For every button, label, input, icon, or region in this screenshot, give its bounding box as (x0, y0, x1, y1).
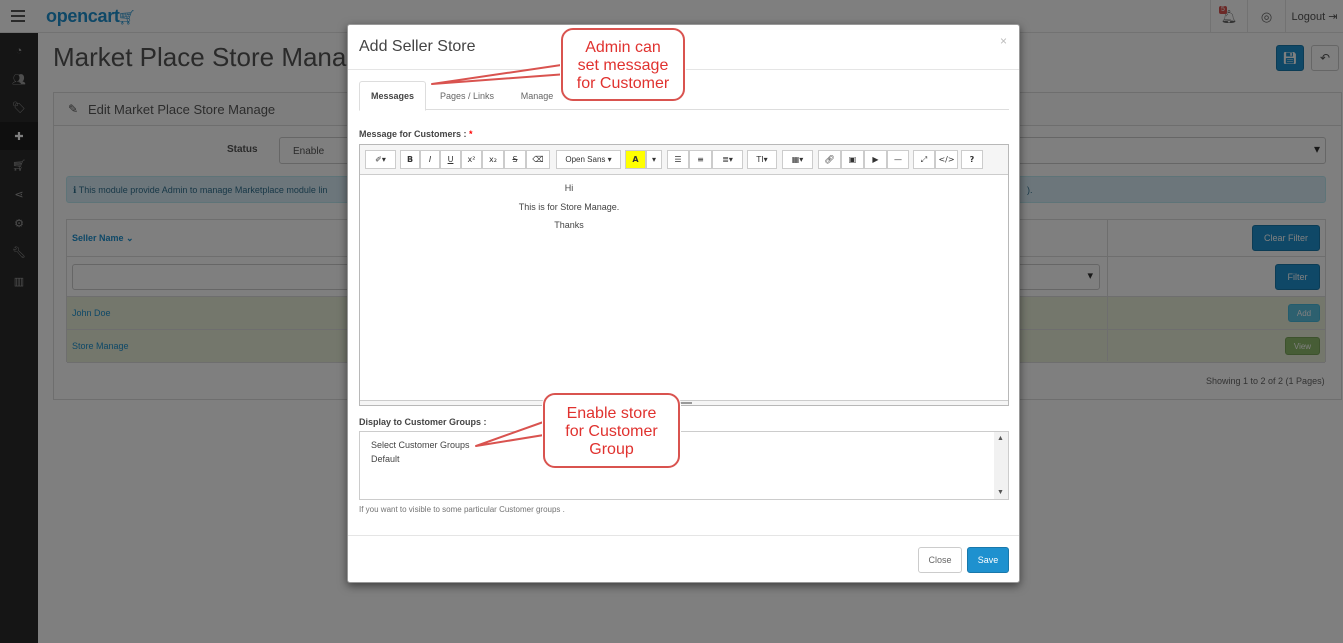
group-option[interactable]: Select Customer Groups (371, 440, 470, 450)
code-view-icon[interactable]: </> (935, 150, 958, 169)
ordered-list-icon[interactable]: ≡ (689, 150, 712, 169)
scroll-up-icon[interactable]: ▲ (997, 435, 1004, 442)
callout-groups-note: Enable store for Customer Group (543, 393, 680, 468)
unordered-list-icon[interactable]: ☰ (667, 150, 689, 169)
eraser-icon[interactable]: ⌫ (526, 150, 550, 169)
customer-groups-select[interactable]: Select Customer Groups Default ▲ ▼ (359, 431, 1009, 500)
rich-text-editor: ✐▾ B I U x² x₂ S ⌫ Open Sans ▾ A ▾ ☰ ≡ ≣… (359, 144, 1009, 406)
editor-content[interactable]: Hi This is for Store Manage. Thanks (360, 175, 1008, 400)
tab-messages[interactable]: Messages (359, 81, 426, 111)
align-dropdown-icon[interactable]: ≣▾ (712, 150, 743, 169)
close-button[interactable]: Close (918, 547, 962, 573)
divider (348, 535, 1019, 536)
superscript-icon[interactable]: x² (461, 150, 482, 169)
font-family-dropdown[interactable]: Open Sans ▾ (556, 150, 621, 169)
required-mark: * (469, 129, 473, 139)
editor-line: Thanks (554, 220, 584, 230)
italic-icon[interactable]: I (420, 150, 440, 169)
picture-icon[interactable]: ▣ (841, 150, 864, 169)
text-size-dropdown-icon[interactable]: TI▾ (747, 150, 777, 169)
scroll-down-icon[interactable]: ▼ (997, 489, 1004, 496)
scrollbar[interactable]: ▲ ▼ (994, 432, 1008, 499)
resize-grip-icon[interactable] (678, 402, 692, 404)
editor-line: Hi (564, 183, 574, 193)
editor-toolbar: ✐▾ B I U x² x₂ S ⌫ Open Sans ▾ A ▾ ☰ ≡ ≣… (360, 145, 1008, 175)
editor-resize-bar[interactable] (360, 400, 1008, 405)
tab-pages-links[interactable]: Pages / Links (429, 81, 505, 110)
message-label-text: Message for Customers : (359, 129, 467, 139)
add-seller-store-modal: Add Seller Store × Messages Pages / Link… (347, 24, 1020, 583)
save-button[interactable]: Save (967, 547, 1009, 573)
close-icon[interactable]: × (1000, 34, 1007, 48)
horizontal-rule-icon[interactable]: — (887, 150, 909, 169)
table-icon[interactable]: ▦▾ (782, 150, 813, 169)
subscript-icon[interactable]: x₂ (482, 150, 504, 169)
underline-icon[interactable]: U (440, 150, 461, 169)
video-icon[interactable]: ▶ (864, 150, 887, 169)
link-icon[interactable]: 🔗︎ (818, 150, 841, 169)
magic-style-icon[interactable]: ✐▾ (365, 150, 396, 169)
callout-message-note: Admin can set message for Customer (561, 28, 685, 101)
modal-title: Add Seller Store (359, 38, 476, 55)
customer-groups-help: If you want to visible to some particula… (359, 505, 565, 514)
editor-line: This is for Store Manage. (518, 202, 620, 212)
customer-groups-label: Display to Customer Groups : (359, 417, 487, 427)
fullscreen-icon[interactable]: ⤢ (913, 150, 935, 169)
color-dropdown-icon[interactable]: ▾ (646, 150, 662, 169)
help-icon[interactable]: ? (961, 150, 983, 169)
group-option[interactable]: Default (371, 454, 400, 464)
bold-icon[interactable]: B (400, 150, 420, 169)
message-label: Message for Customers : * (359, 129, 473, 139)
highlight-icon[interactable]: A (625, 150, 646, 169)
strikethrough-icon[interactable]: S (504, 150, 526, 169)
font-family-value: Open Sans (565, 155, 606, 164)
tab-manage[interactable]: Manage (509, 81, 565, 110)
